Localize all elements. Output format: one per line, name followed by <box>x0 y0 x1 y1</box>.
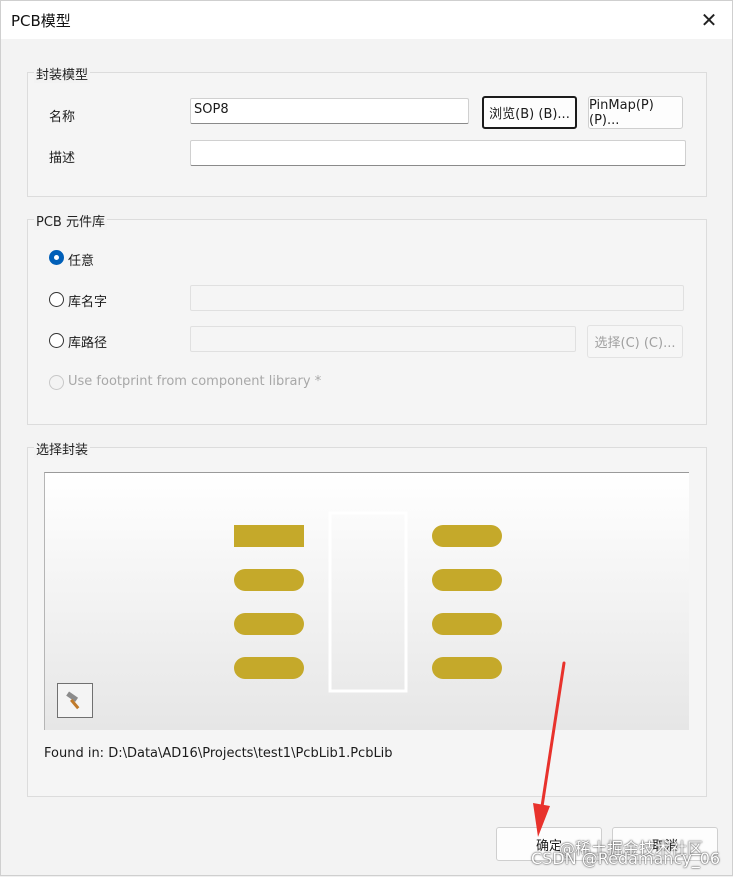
sop8-footprint-drawing <box>234 511 502 693</box>
footprint-model-legend: 封装模型 <box>34 64 91 83</box>
pad-6 <box>432 613 502 635</box>
footprint-preview[interactable] <box>44 472 689 730</box>
watermark-csdn: CSDN @Redamancy_06 <box>531 849 721 868</box>
body-outline <box>328 511 408 693</box>
browse-button[interactable]: 浏览(B) (B)... <box>482 96 577 129</box>
found-in-text: Found in: D:\Data\AD16\Projects\test1\Pc… <box>44 746 393 761</box>
radio-any[interactable] <box>49 250 64 265</box>
library-name-input[interactable] <box>190 285 684 311</box>
pad-3 <box>234 613 304 635</box>
hammer-icon <box>66 690 80 709</box>
window-title: PCB模型 <box>11 12 71 30</box>
pcb-library-legend: PCB 元件库 <box>34 211 107 230</box>
radio-use-component-footprint[interactable] <box>49 375 64 390</box>
footprint-name-input[interactable]: SOP8 <box>190 98 469 124</box>
footprint-model-group: 封装模型 <box>27 64 707 197</box>
choose-button[interactable]: 选择(C) (C)... <box>587 325 683 358</box>
pad-4 <box>234 657 304 679</box>
library-path-input[interactable] <box>190 326 576 352</box>
title-bar: PCB模型 ✕ <box>1 1 732 39</box>
pad-8 <box>432 525 502 547</box>
select-footprint-legend: 选择封装 <box>34 439 91 458</box>
description-input[interactable] <box>190 140 686 166</box>
pinmap-button[interactable]: PinMap(P) (P)... <box>588 96 683 129</box>
radio-library-path-label[interactable]: 库路径 <box>68 332 107 351</box>
radio-any-label[interactable]: 任意 <box>68 250 94 269</box>
pad-2 <box>234 569 304 591</box>
pcb-model-dialog: PCB模型 ✕ 封装模型 名称 SOP8 浏览(B) (B)... PinMap… <box>0 0 733 876</box>
description-label: 描述 <box>49 151 76 166</box>
radio-library-name[interactable] <box>49 292 64 307</box>
preview-tool-button[interactable] <box>57 683 93 718</box>
pad-1 <box>234 525 304 547</box>
radio-library-path[interactable] <box>49 333 64 348</box>
close-icon[interactable]: ✕ <box>686 1 732 39</box>
pad-7 <box>432 569 502 591</box>
radio-library-name-label[interactable]: 库名字 <box>68 291 107 310</box>
radio-use-component-footprint-label[interactable]: Use footprint from component library * <box>68 374 321 389</box>
pcb-library-group: PCB 元件库 <box>27 211 707 425</box>
name-label: 名称 <box>49 110 76 125</box>
pad-5 <box>432 657 502 679</box>
